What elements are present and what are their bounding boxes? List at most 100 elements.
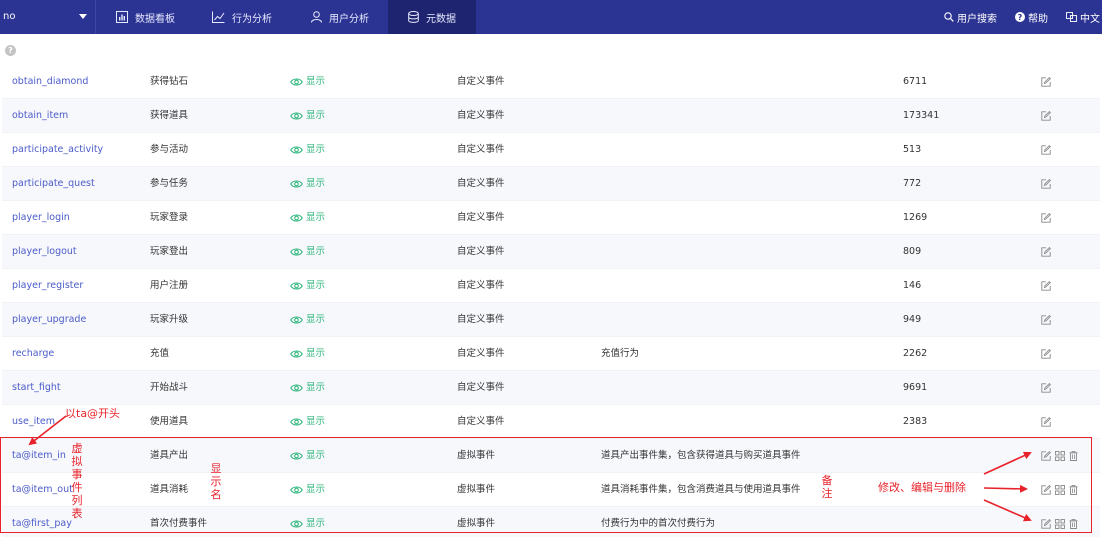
project-name: no	[3, 11, 16, 22]
event-name-link[interactable]: player_login	[12, 201, 70, 235]
edit-icon[interactable]	[1041, 417, 1051, 427]
language-switch[interactable]: 中文	[1066, 0, 1100, 34]
event-type: 自定义事件	[457, 144, 505, 155]
event-display-name: 用户注册	[150, 280, 189, 291]
row-actions	[1041, 235, 1051, 269]
event-type: 自定义事件	[457, 280, 505, 291]
user-search-button[interactable]: 用户搜索	[944, 0, 997, 34]
visibility-toggle[interactable]: 显示	[290, 201, 325, 235]
annotation-virtual-list: 虚拟事件列表	[71, 442, 83, 520]
event-name-link[interactable]: use_item	[12, 405, 55, 439]
eye-icon	[290, 282, 303, 290]
event-name-link[interactable]: player_upgrade	[12, 303, 86, 337]
event-name-link[interactable]: start_fight	[12, 371, 61, 405]
visibility-label: 显示	[306, 280, 326, 291]
nav-item-user-analysis[interactable]: 用户分析	[311, 0, 385, 34]
row-actions	[1041, 201, 1051, 235]
nav-item-behavior[interactable]: 行为分析	[212, 0, 298, 34]
table-row: recharge 充值 显示 自定义事件 充值行为 2262	[2, 337, 1100, 371]
visibility-label: 显示	[306, 348, 326, 359]
table-row: participate_quest 参与任务 显示 自定义事件 772	[2, 167, 1100, 201]
table-row: obtain_diamond 获得钻石 显示 自定义事件 6711	[2, 65, 1100, 99]
edit-icon[interactable]	[1041, 281, 1051, 291]
edit-icon[interactable]	[1041, 383, 1051, 393]
visibility-toggle[interactable]: 显示	[290, 303, 325, 337]
event-note: 充值行为	[601, 348, 640, 359]
visibility-toggle[interactable]: 显示	[290, 337, 325, 371]
event-type: 自定义事件	[457, 246, 505, 257]
event-name-link[interactable]: player_register	[12, 269, 83, 303]
visibility-toggle[interactable]: 显示	[290, 99, 325, 133]
visibility-label: 显示	[306, 416, 326, 427]
event-display-name: 玩家升级	[150, 314, 189, 325]
nav-item-label: 元数据	[426, 13, 456, 25]
table-row: player_logout 玩家登出 显示 自定义事件 809	[2, 235, 1100, 269]
event-name-link[interactable]: participate_activity	[12, 133, 103, 167]
eye-icon	[290, 112, 303, 120]
row-actions	[1041, 99, 1051, 133]
annotation-note: 备注	[821, 474, 833, 500]
event-name-link[interactable]: participate_quest	[12, 167, 95, 201]
project-selector[interactable]: no	[0, 0, 96, 34]
event-display-name: 参与任务	[150, 178, 189, 189]
edit-icon[interactable]	[1041, 77, 1051, 87]
row-actions	[1041, 405, 1051, 439]
visibility-toggle[interactable]: 显示	[290, 405, 325, 439]
event-type: 自定义事件	[457, 110, 505, 121]
edit-icon[interactable]	[1041, 247, 1051, 257]
page-help-icon[interactable]: ?	[5, 45, 16, 56]
annotation-prefix: 以ta@开头	[65, 407, 121, 420]
table-row: player_login 玩家登录 显示 自定义事件 1269	[2, 201, 1100, 235]
eye-icon	[290, 78, 303, 86]
edit-icon[interactable]	[1041, 145, 1051, 155]
event-count: 6711	[903, 76, 928, 87]
visibility-toggle[interactable]: 显示	[290, 269, 325, 303]
annotation-display-name: 显示名	[210, 462, 222, 501]
visibility-toggle[interactable]: 显示	[290, 133, 325, 167]
row-actions	[1041, 133, 1051, 167]
event-display-name: 充值	[150, 348, 170, 359]
event-display-name: 获得钻石	[150, 76, 189, 87]
visibility-toggle[interactable]: 显示	[290, 235, 325, 269]
row-actions	[1041, 269, 1051, 303]
visibility-toggle[interactable]: 显示	[290, 371, 325, 405]
event-name-link[interactable]: recharge	[12, 337, 54, 371]
table-row: use_item 使用道具 显示 自定义事件 2383	[2, 405, 1100, 439]
event-name-link[interactable]: obtain_diamond	[12, 65, 88, 99]
event-name-link[interactable]: obtain_item	[12, 99, 68, 133]
edit-icon[interactable]	[1041, 315, 1051, 325]
table-row: participate_activity 参与活动 显示 自定义事件 513	[2, 133, 1100, 167]
nav-item-dashboard[interactable]: 数据看板	[116, 0, 206, 34]
row-actions	[1041, 65, 1051, 99]
eye-icon	[290, 384, 303, 392]
svg-text:?: ?	[1018, 13, 1023, 22]
table-row: player_register 用户注册 显示 自定义事件 146	[2, 269, 1100, 303]
table-row: start_fight 开始战斗 显示 自定义事件 9691	[2, 371, 1100, 405]
visibility-label: 显示	[306, 246, 326, 257]
event-display-name: 获得道具	[150, 110, 189, 121]
event-count: 2383	[903, 416, 928, 427]
line-chart-icon	[212, 11, 225, 23]
nav-item-label: 用户分析	[329, 13, 369, 25]
visibility-label: 显示	[306, 178, 326, 189]
help-icon: ?	[1015, 12, 1025, 22]
nav-item-label: 数据看板	[135, 13, 175, 25]
eye-icon	[290, 214, 303, 222]
event-name-link[interactable]: player_logout	[12, 235, 77, 269]
visibility-label: 显示	[306, 76, 326, 87]
edit-icon[interactable]	[1041, 111, 1051, 121]
edit-icon[interactable]	[1041, 179, 1051, 189]
event-display-name: 开始战斗	[150, 382, 189, 393]
eye-icon	[290, 180, 303, 188]
help-button[interactable]: ? 帮助	[1015, 0, 1048, 34]
visibility-toggle[interactable]: 显示	[290, 65, 325, 99]
row-actions	[1041, 337, 1051, 371]
edit-icon[interactable]	[1041, 349, 1051, 359]
edit-icon[interactable]	[1041, 213, 1051, 223]
visibility-toggle[interactable]: 显示	[290, 167, 325, 201]
visibility-label: 显示	[306, 314, 326, 325]
annotation-ops: 修改、编辑与删除	[878, 481, 966, 494]
nav-item-metadata[interactable]: 元数据	[388, 0, 476, 34]
visibility-label: 显示	[306, 144, 326, 155]
row-actions	[1041, 371, 1051, 405]
